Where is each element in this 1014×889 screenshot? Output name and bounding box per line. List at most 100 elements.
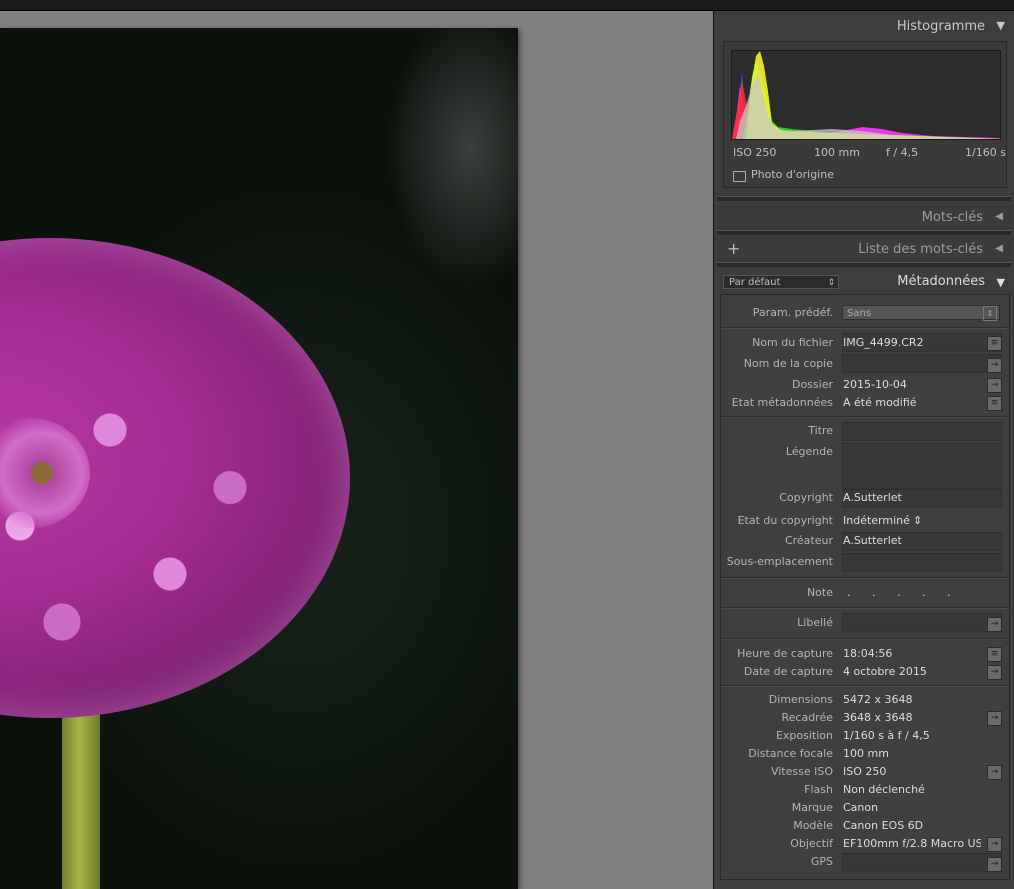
exposure-value: 1/160 s à f / 4,5 xyxy=(843,729,930,742)
updown-icon[interactable]: ⇕ xyxy=(913,514,922,527)
caption-label: Légende xyxy=(785,445,833,458)
updown-icon: ⇕ xyxy=(983,306,997,321)
right-panel: Histogramme ▼ ISO 250 100 mm f / 4,5 1/1… xyxy=(713,11,1014,889)
arrow-right-icon[interactable]: → xyxy=(987,378,1002,393)
list-icon[interactable]: ≡ xyxy=(987,396,1002,411)
metadata-view-select[interactable]: Par défaut ⇕ xyxy=(723,275,839,289)
copy-name-field[interactable] xyxy=(842,354,1002,373)
preset-select[interactable]: Sans ⇕ xyxy=(842,305,1000,321)
copyright-status-value[interactable]: Indéterminé xyxy=(843,514,910,527)
copyright-status-label: Etat du copyright xyxy=(737,514,833,527)
arrow-right-icon[interactable]: → xyxy=(987,765,1002,780)
capture-time-label: Heure de capture xyxy=(737,647,833,660)
histogram-title: Histogramme xyxy=(896,19,985,34)
model-label: Modèle xyxy=(793,819,833,832)
group-separator xyxy=(721,685,1009,687)
metadata-title: Métadonnées xyxy=(897,274,985,289)
gps-field[interactable] xyxy=(842,853,1002,872)
arrow-right-icon[interactable]: → xyxy=(987,665,1002,680)
collapse-down-icon[interactable]: ▼ xyxy=(997,19,1005,32)
updown-icon: ⇕ xyxy=(827,278,835,288)
arrow-right-icon[interactable]: → xyxy=(987,857,1002,872)
arrow-right-icon[interactable]: → xyxy=(987,837,1002,852)
metadata-status-label: Etat métadonnées xyxy=(731,396,833,409)
make-value: Canon xyxy=(843,801,879,814)
keywords-header[interactable]: Mots-clés ◀ xyxy=(717,205,1011,231)
add-keyword-icon[interactable]: + xyxy=(727,239,740,258)
cropped-label: Recadrée xyxy=(781,711,833,724)
copy-name-label: Nom de la copie xyxy=(743,357,833,370)
cropped-value: 3648 x 3648 xyxy=(843,711,913,724)
capture-time-value: 18:04:56 xyxy=(843,647,893,660)
arrow-right-icon[interactable]: → xyxy=(987,358,1002,373)
photo-viewer[interactable] xyxy=(0,11,713,889)
focal-length-label: Distance focale xyxy=(748,747,833,760)
creator-label: Créateur xyxy=(784,534,833,547)
histogram-graph[interactable] xyxy=(731,50,1001,140)
exposure-label: Exposition xyxy=(775,729,833,742)
keyword-list-header[interactable]: + Liste des mots-clés ◀ xyxy=(717,237,1011,263)
group-separator xyxy=(721,416,1009,418)
metadata-panel: Param. prédéf. Sans ⇕ Nom du fichier IMG… xyxy=(720,294,1010,880)
focal-length-value: 100 mm xyxy=(843,747,889,760)
list-icon[interactable]: ≡ xyxy=(987,336,1002,351)
rating-stars[interactable]: · · · · · xyxy=(847,589,959,602)
title-field[interactable] xyxy=(842,422,1002,441)
preset-label: Param. prédéf. xyxy=(752,306,833,319)
label-field[interactable] xyxy=(842,613,1002,632)
list-icon[interactable]: ≡ xyxy=(987,647,1002,662)
expand-left-icon[interactable]: ◀ xyxy=(995,243,1003,254)
hist-green xyxy=(742,61,1000,139)
lens-value: EF100mm f/2.8 Macro USM xyxy=(843,837,981,850)
flash-label: Flash xyxy=(804,783,833,796)
flower-stem xyxy=(62,688,100,889)
collapse-down-icon[interactable]: ▼ xyxy=(997,276,1005,289)
arrow-right-icon[interactable]: → xyxy=(987,617,1002,632)
sublocation-label: Sous-emplacement xyxy=(726,555,833,568)
hist-focal: 100 mm xyxy=(814,146,860,159)
panel-divider xyxy=(717,196,1011,201)
expand-left-icon[interactable]: ◀ xyxy=(995,211,1003,222)
hist-shutter: 1/160 s xyxy=(965,146,1006,159)
group-separator xyxy=(721,638,1009,640)
copyright-value: A.Sutterlet xyxy=(843,491,902,504)
histogram-panel: ISO 250 100 mm f / 4,5 1/160 s Photo d'o… xyxy=(723,41,1007,188)
histogram-header[interactable]: Histogramme ▼ xyxy=(714,11,1014,41)
flash-value: Non déclenché xyxy=(843,783,925,796)
original-photo-label: Photo d'origine xyxy=(751,168,834,181)
hist-yellow xyxy=(746,51,1000,139)
group-separator xyxy=(721,607,1009,609)
iso-label: Vitesse ISO xyxy=(770,765,833,778)
metadata-status-value: A été modifié xyxy=(843,396,917,409)
keywords-title: Mots-clés xyxy=(921,210,983,225)
dimensions-value: 5472 x 3648 xyxy=(843,693,913,706)
label-label: Libellé xyxy=(797,616,833,629)
lens-label: Objectif xyxy=(790,837,833,850)
gps-label: GPS xyxy=(810,855,833,868)
folder-label: Dossier xyxy=(791,378,833,391)
sublocation-field[interactable] xyxy=(842,553,1002,572)
dimensions-label: Dimensions xyxy=(768,693,833,706)
dahlia-photo[interactable] xyxy=(0,28,518,889)
make-label: Marque xyxy=(791,801,833,814)
original-photo-checkbox[interactable] xyxy=(733,171,746,182)
arrow-right-icon[interactable]: → xyxy=(987,711,1002,726)
keyword-list-title: Liste des mots-clés xyxy=(858,242,983,257)
copyright-label: Copyright xyxy=(779,491,833,504)
group-separator xyxy=(721,327,1009,329)
top-bar xyxy=(0,0,1014,11)
capture-date-value: 4 octobre 2015 xyxy=(843,665,927,678)
caption-field[interactable] xyxy=(842,443,1002,489)
filename-value: IMG_4499.CR2 xyxy=(843,336,924,349)
group-separator xyxy=(721,577,1009,579)
title-label: Titre xyxy=(808,424,833,437)
folder-value: 2015-10-04 xyxy=(843,378,907,391)
model-value: Canon EOS 6D xyxy=(843,819,924,832)
capture-date-label: Date de capture xyxy=(743,665,833,678)
iso-value: ISO 250 xyxy=(843,765,887,778)
hist-aperture: f / 4,5 xyxy=(886,146,919,159)
hist-iso: ISO 250 xyxy=(733,146,777,159)
rating-label: Note xyxy=(806,586,833,599)
metadata-view-value: Par défaut xyxy=(729,277,781,288)
panel-divider xyxy=(717,262,1011,267)
